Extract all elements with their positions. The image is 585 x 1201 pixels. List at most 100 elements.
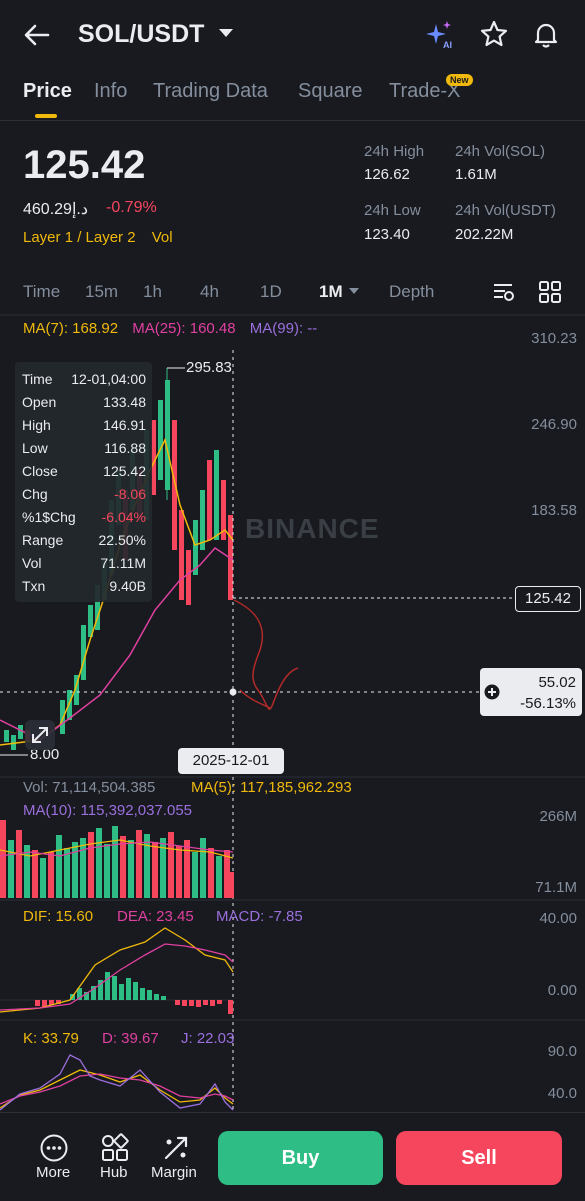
info-value: -8.06 xyxy=(114,486,146,502)
margin-icon xyxy=(164,1136,188,1160)
fiat-price: 460.29د.إ xyxy=(23,201,88,218)
info-label: Open xyxy=(22,394,57,410)
more-label: More xyxy=(36,1164,71,1181)
timeframe-15m[interactable]: 15m xyxy=(85,282,118,302)
ma25-label: MA(25): 160.48 xyxy=(132,320,236,337)
crosshair-percent: -56.13% xyxy=(520,695,576,712)
sell-button[interactable]: Sell xyxy=(396,1131,562,1185)
hub-grid-icon xyxy=(102,1133,129,1161)
kdj-axis-mid: 40.0 xyxy=(547,1085,577,1102)
layout-grid-icon[interactable] xyxy=(538,280,562,304)
info-value: 71.11M xyxy=(100,555,146,571)
binance-watermark: BINANCE xyxy=(245,513,380,544)
add-order-icon[interactable] xyxy=(484,684,500,700)
bottom-action-bar: More Hub Margin Buy Sell xyxy=(0,1112,585,1201)
margin-button[interactable]: Margin xyxy=(148,1113,202,1201)
margin-label: Margin xyxy=(151,1164,197,1181)
timeframe-1d[interactable]: 1D xyxy=(260,282,282,302)
info-label: Chg xyxy=(22,486,48,502)
crosshair-price: 55.02 xyxy=(538,674,576,691)
j-label: J: 22.03 xyxy=(181,1030,235,1047)
high-value: 126.62 xyxy=(364,166,410,183)
timeframe-1m[interactable]: 1M xyxy=(319,282,343,302)
ai-label: AI xyxy=(443,40,452,50)
new-badge: New xyxy=(446,74,473,86)
ma-legend: MA(7): 168.92 MA(25): 160.48 MA(99): -- xyxy=(23,320,317,337)
info-value: 116.88 xyxy=(104,440,146,456)
timeframe-dropdown-icon[interactable] xyxy=(349,288,359,294)
tab-info[interactable]: Info xyxy=(94,80,127,103)
back-arrow-icon[interactable] xyxy=(22,20,52,50)
hand-drawn-projection xyxy=(233,599,299,711)
price-axis-1: 310.23 xyxy=(531,330,577,347)
more-button[interactable]: More xyxy=(25,1113,83,1201)
info-label: Txn xyxy=(22,578,46,594)
tab-price[interactable]: Price xyxy=(23,80,72,103)
crosshair-date-tag: 2025-12-01 xyxy=(178,748,284,774)
more-dots-icon xyxy=(40,1134,68,1162)
info-value: -6.04% xyxy=(101,509,146,525)
low-value: 123.40 xyxy=(364,226,410,243)
ma99-label: MA(99): -- xyxy=(249,320,318,337)
vol-quote-label: 24h Vol(USDT) xyxy=(455,202,556,219)
vol-quote-value: 202.22M xyxy=(455,226,514,243)
info-label: Low xyxy=(22,440,48,456)
bell-icon[interactable] xyxy=(530,18,562,50)
indicator-settings-icon[interactable] xyxy=(492,280,516,304)
timeframe-4h[interactable]: 4h xyxy=(200,282,219,302)
star-icon[interactable] xyxy=(478,18,510,50)
dea-label: DEA: 23.45 xyxy=(117,908,194,925)
last-price: 125.42 xyxy=(23,143,146,187)
info-label: Time xyxy=(22,371,53,387)
j-line xyxy=(0,1054,234,1111)
vol-ma5-label: MA(5): 117,185,962.293 xyxy=(191,779,352,796)
tag-layer[interactable]: Layer 1 / Layer 2 xyxy=(23,229,136,246)
macd-label: MACD: -7.85 xyxy=(216,908,303,925)
buy-button[interactable]: Buy xyxy=(218,1131,383,1185)
kdj-axis-top: 90.0 xyxy=(547,1043,577,1060)
crosshair-dot xyxy=(229,688,237,696)
vol-base-value: 1.61M xyxy=(455,166,497,183)
chevron-down-icon[interactable] xyxy=(219,29,233,37)
ai-sparkle-icon[interactable]: AI xyxy=(424,18,456,50)
tab-square[interactable]: Square xyxy=(298,80,363,103)
price-axis-2: 246.90 xyxy=(531,416,577,433)
info-value: 22.50% xyxy=(98,532,146,548)
vol-base-label: 24h Vol(SOL) xyxy=(455,143,546,160)
timeframe-depth[interactable]: Depth xyxy=(389,282,434,302)
vol-axis-bottom: 71.1M xyxy=(535,879,577,896)
vol-label: Vol: 71,114,504.385 xyxy=(23,779,156,796)
info-label: Range xyxy=(22,532,64,548)
tab-trading-data[interactable]: Trading Data xyxy=(153,80,268,103)
pair-title[interactable]: SOL/USDT xyxy=(78,20,204,49)
volume-bars xyxy=(0,820,234,898)
crosshair-price-tag[interactable]: 55.02 -56.13% xyxy=(480,668,582,716)
high-marker: 295.83 xyxy=(186,359,232,376)
high-label: 24h High xyxy=(364,143,425,160)
info-value: 146.91 xyxy=(103,417,146,433)
info-label: Close xyxy=(22,463,58,479)
fullscreen-button[interactable] xyxy=(25,720,55,750)
current-price-tag[interactable]: 125.42 xyxy=(515,586,581,612)
timeframe-time[interactable]: Time xyxy=(23,282,60,302)
vol-axis-top: 266M xyxy=(539,808,577,825)
hub-label: Hub xyxy=(100,1164,128,1181)
info-label: %1$Chg xyxy=(22,509,76,525)
ma7-label: MA(7): 168.92 xyxy=(23,320,119,337)
main-tabs: Price Info Trading Data Square Trade-X xyxy=(0,72,585,121)
active-tab-indicator xyxy=(35,114,57,118)
info-value: 133.48 xyxy=(103,394,146,410)
macd-axis-mid: 0.00 xyxy=(547,982,577,999)
info-label: High xyxy=(22,417,51,433)
candle-info-box: Time 12-01,04:00 Open 133.48 High 146.91… xyxy=(15,362,152,602)
expand-icon xyxy=(32,727,48,743)
price-axis-3: 183.58 xyxy=(531,502,577,519)
k-label: K: 33.79 xyxy=(23,1030,79,1047)
timeframe-1h[interactable]: 1h xyxy=(143,282,162,302)
category-tags: Layer 1 / Layer 2 Vol xyxy=(23,229,173,246)
hub-button[interactable]: Hub xyxy=(95,1113,135,1201)
tag-vol[interactable]: Vol xyxy=(152,229,173,246)
vol-ma10-label: MA(10): 115,392,037.055 xyxy=(23,802,193,819)
dif-label: DIF: 15.60 xyxy=(23,908,94,925)
macd-histogram xyxy=(35,972,233,1014)
